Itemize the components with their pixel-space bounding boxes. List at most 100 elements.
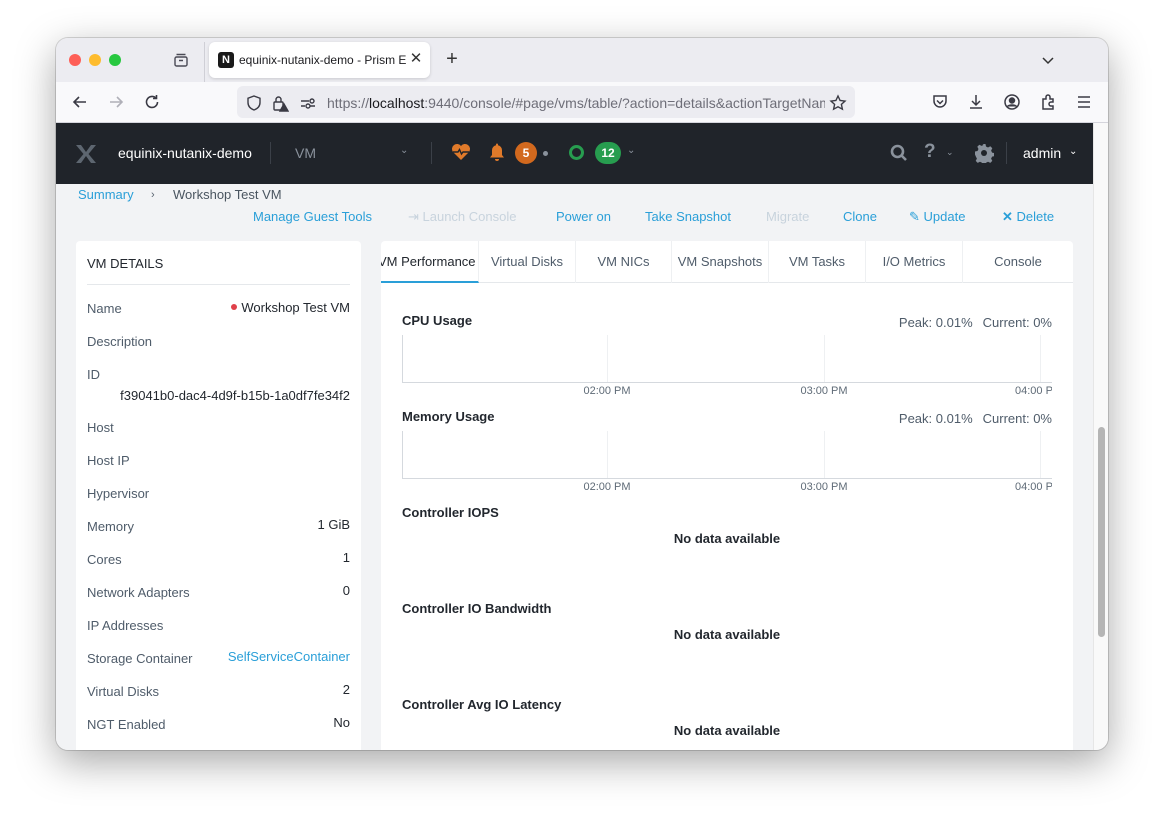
lock-warning-icon[interactable]	[271, 94, 289, 112]
cpu-peak: Peak: 0.01%	[898, 315, 973, 330]
entity-selector[interactable]: VM	[295, 145, 316, 161]
tasks-ring-icon[interactable]	[569, 145, 584, 160]
bookmark-star-icon[interactable]	[829, 94, 847, 112]
detail-label: Virtual Disks	[87, 684, 160, 699]
detail-label: Network Adapters	[87, 585, 190, 600]
cpu-x-tick-label: 04:00 PM	[1015, 385, 1052, 397]
account-icon[interactable]	[1002, 92, 1022, 112]
memory-x-tick-label: 02:00 PM	[583, 481, 631, 493]
url-host: localhost	[369, 95, 425, 111]
cpu-x-tick-label: 03:00 PM	[800, 385, 848, 397]
alerts-bell-icon[interactable]	[488, 142, 506, 162]
breadcrumb-summary-link[interactable]: Summary	[78, 187, 134, 202]
url-bar[interactable]: https://localhost:9440/console/#page/vms…	[237, 86, 855, 118]
chevron-down-icon[interactable]: ⌄	[946, 147, 954, 158]
back-icon[interactable]	[70, 92, 90, 112]
minimize-window-button[interactable]	[89, 54, 101, 66]
menu-icon[interactable]	[1074, 92, 1094, 112]
power-on-button[interactable]: Power on	[556, 209, 611, 224]
memory-current: Current: 0%	[982, 411, 1052, 426]
detail-label: Host IP	[87, 453, 130, 468]
detail-value-id: f39041b0-dac4-4d9f-b15b-1a0df7fe34f2	[120, 388, 350, 403]
detail-label: Cores	[87, 552, 122, 567]
cluster-name[interactable]: equinix-nutanix-demo	[118, 145, 252, 161]
memory-gridline	[824, 431, 825, 478]
user-menu[interactable]: admin	[1023, 145, 1061, 161]
close-window-button[interactable]	[69, 54, 81, 66]
detail-label: ID	[87, 367, 100, 382]
breadcrumb-current: Workshop Test VM	[173, 187, 282, 202]
tab-vm-snapshots[interactable]: VM Snapshots	[672, 241, 769, 283]
launch-console-button[interactable]: ⇥ Launch Console	[408, 209, 516, 225]
health-heart-icon[interactable]	[451, 143, 471, 161]
list-all-tabs-icon[interactable]	[1038, 50, 1058, 70]
tab-vm-performance[interactable]: VM Performance	[381, 241, 479, 283]
tab-vm-tasks[interactable]: VM Tasks	[769, 241, 866, 283]
task-count-badge[interactable]: 12	[595, 142, 621, 164]
alert-count-badge[interactable]: 5	[515, 142, 537, 164]
update-label: Update	[923, 209, 966, 224]
chevron-down-icon[interactable]: ⌄	[627, 145, 635, 156]
permissions-icon[interactable]	[299, 94, 317, 112]
new-tab-icon[interactable]: +	[442, 49, 462, 69]
scrollbar-thumb[interactable]	[1098, 427, 1105, 637]
cpu-x-tick-label: 02:00 PM	[583, 385, 631, 397]
close-tab-icon[interactable]: ✕	[407, 50, 425, 68]
url-scheme: https://	[327, 95, 370, 111]
vm-performance-card: VM Performance Virtual Disks VM NICs VM …	[381, 241, 1073, 750]
gear-icon[interactable]	[974, 143, 994, 163]
cpu-usage-chart[interactable]	[402, 335, 1052, 383]
vm-details-title: VM DETAILS	[87, 256, 164, 271]
nav-divider	[1006, 142, 1007, 164]
nutanix-favicon-icon: N	[218, 52, 234, 68]
detail-value-virtual-disks: 2	[342, 682, 350, 697]
browser-window: N equinix-nutanix-demo - Prism Element ✕…	[56, 38, 1108, 750]
reload-icon[interactable]	[142, 92, 162, 112]
extensions-icon[interactable]	[1038, 92, 1058, 112]
chevron-down-icon[interactable]: ⌄	[400, 145, 408, 156]
take-snapshot-button[interactable]: Take Snapshot	[645, 209, 731, 224]
migrate-button[interactable]: Migrate	[766, 209, 809, 224]
url-text[interactable]: https://localhost:9440/console/#page/vms…	[327, 95, 825, 111]
divider	[87, 284, 350, 285]
detail-label: Host	[87, 420, 114, 435]
detail-label: Description	[87, 334, 153, 349]
search-icon[interactable]	[889, 143, 909, 163]
help-icon[interactable]: ?	[924, 141, 936, 163]
zoom-window-button[interactable]	[109, 54, 121, 66]
page-scrollbar[interactable]	[1093, 123, 1108, 750]
memory-usage-chart[interactable]	[402, 431, 1052, 479]
chevron-down-icon[interactable]: ⌄	[1069, 146, 1077, 157]
pocket-icon[interactable]	[930, 92, 950, 112]
controller-avg-io-latency-title: Controller Avg IO Latency	[402, 697, 562, 712]
controller-io-bandwidth-title: Controller IO Bandwidth	[402, 601, 552, 616]
tab-strip: N equinix-nutanix-demo - Prism Element ✕…	[56, 38, 1108, 82]
manage-guest-tools-button[interactable]: Manage Guest Tools	[253, 209, 372, 224]
forward-icon[interactable]	[106, 92, 126, 112]
storage-container-link[interactable]: SelfServiceContainer	[228, 649, 350, 664]
detail-value-network-adapters: 0	[342, 583, 350, 598]
navigation-toolbar: https://localhost:9440/console/#page/vms…	[56, 82, 1108, 123]
tab-console[interactable]: Console	[963, 241, 1073, 283]
shield-icon[interactable]	[245, 94, 263, 112]
performance-tabs: VM Performance Virtual Disks VM NICs VM …	[381, 241, 1073, 283]
browser-tab[interactable]: N equinix-nutanix-demo - Prism Element ✕	[209, 42, 430, 78]
cpu-current: Current: 0%	[982, 315, 1052, 330]
download-icon[interactable]	[966, 92, 986, 112]
tab-vm-nics[interactable]: VM NICs	[576, 241, 672, 283]
cpu-usage-stats: Peak: 0.01% Current: 0%	[899, 315, 1052, 330]
clone-button[interactable]: Clone	[843, 209, 877, 224]
nutanix-logo-icon[interactable]	[74, 143, 98, 165]
tab-virtual-disks[interactable]: Virtual Disks	[479, 241, 576, 283]
breadcrumb-separator-icon: ›	[151, 189, 155, 201]
tab-overview-icon[interactable]	[173, 52, 189, 68]
memory-usage-title: Memory Usage	[402, 409, 495, 424]
power-off-status-dot	[231, 304, 238, 310]
tab-io-metrics[interactable]: I/O Metrics	[866, 241, 963, 283]
update-button[interactable]: ✎ Update	[909, 209, 965, 225]
tab-title: equinix-nutanix-demo - Prism Element	[239, 53, 407, 67]
controller-io-bandwidth-no-data: No data available	[673, 627, 781, 642]
controller-avg-io-latency-no-data: No data available	[673, 723, 781, 738]
delete-button[interactable]: ✕ Delete	[1002, 209, 1054, 225]
status-separator-dot	[543, 151, 548, 156]
